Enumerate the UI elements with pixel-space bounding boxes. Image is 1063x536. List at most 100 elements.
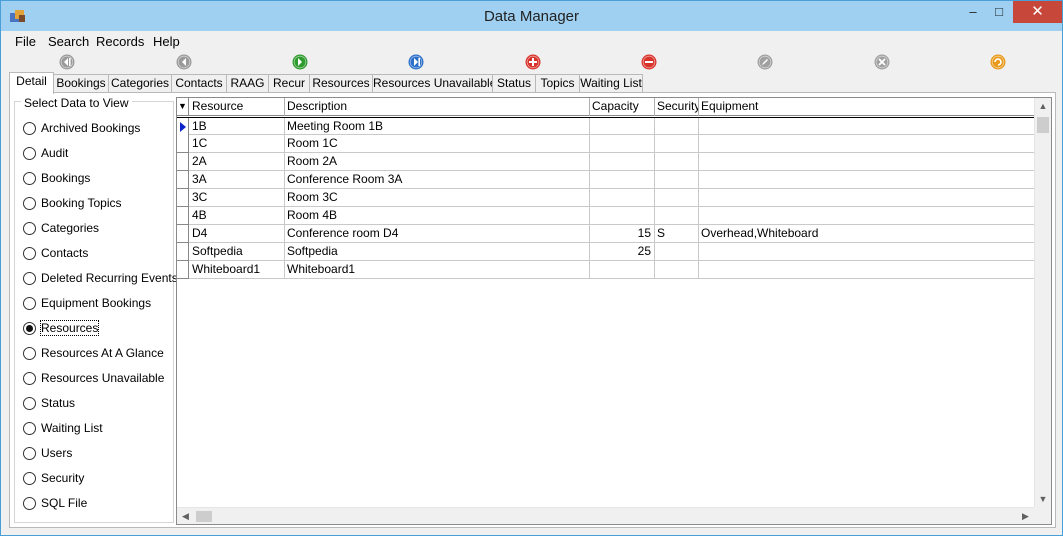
cell-security[interactable] — [655, 261, 699, 279]
cell-capacity[interactable] — [590, 261, 655, 279]
cell-security[interactable] — [655, 153, 699, 171]
cell-equipment[interactable] — [699, 189, 1035, 207]
radio-button[interactable] — [23, 297, 36, 310]
radio-button[interactable] — [23, 472, 36, 485]
delete-record-icon[interactable] — [641, 54, 657, 70]
scroll-left-icon[interactable]: ◀ — [177, 508, 194, 524]
menu-help[interactable]: Help — [153, 34, 180, 49]
column-header-security[interactable]: Security — [655, 98, 699, 116]
menu-file[interactable]: File — [15, 34, 36, 49]
cell-security[interactable] — [655, 207, 699, 225]
table-row[interactable]: Softpedia Softpedia 25 — [177, 243, 1035, 261]
sort-indicator-icon[interactable]: ▼ — [177, 98, 189, 116]
tab-recur[interactable]: Recur — [268, 74, 310, 93]
radio-button[interactable] — [23, 147, 36, 160]
row-indicator[interactable] — [177, 189, 189, 207]
close-button[interactable]: ✕ — [1013, 1, 1062, 23]
radio-button[interactable] — [23, 347, 36, 360]
first-record-icon[interactable] — [59, 54, 75, 70]
radio-button[interactable] — [23, 197, 36, 210]
vertical-scrollbar[interactable]: ▲ ▼ — [1034, 98, 1051, 508]
table-row[interactable]: 2A Room 2A — [177, 153, 1035, 171]
last-record-icon[interactable] — [408, 54, 424, 70]
previous-record-icon[interactable] — [176, 54, 192, 70]
cell-capacity[interactable] — [590, 153, 655, 171]
cell-resource[interactable]: 3C — [190, 189, 285, 207]
cell-resource[interactable]: 4B — [190, 207, 285, 225]
cell-description[interactable]: Conference room D4 — [285, 225, 590, 243]
cell-resource[interactable]: 1C — [190, 135, 285, 153]
current-row-icon[interactable] — [177, 118, 189, 136]
next-record-icon[interactable] — [292, 54, 308, 70]
cell-capacity[interactable] — [590, 207, 655, 225]
horizontal-scroll-thumb[interactable] — [196, 511, 212, 522]
cell-security[interactable] — [655, 171, 699, 189]
cell-capacity[interactable] — [590, 171, 655, 189]
cell-security[interactable] — [655, 243, 699, 261]
radio-button[interactable] — [23, 372, 36, 385]
table-row[interactable]: 1C Room 1C — [177, 135, 1035, 153]
table-row[interactable]: Whiteboard1 Whiteboard1 — [177, 261, 1035, 279]
cell-security[interactable] — [655, 189, 699, 207]
tab-categories[interactable]: Categories — [108, 74, 172, 93]
cell-equipment[interactable] — [699, 261, 1035, 279]
cell-description[interactable]: Softpedia — [285, 243, 590, 261]
cell-description[interactable]: Room 1C — [285, 135, 590, 153]
cell-capacity[interactable] — [590, 135, 655, 153]
row-indicator[interactable] — [177, 225, 189, 243]
edit-record-icon[interactable] — [757, 54, 773, 70]
table-row[interactable]: 1B Meeting Room 1B — [177, 117, 1035, 136]
column-header-capacity[interactable]: Capacity — [590, 98, 655, 116]
cell-equipment[interactable]: Overhead,Whiteboard — [699, 225, 1035, 243]
vertical-scroll-thumb[interactable] — [1037, 117, 1049, 133]
cell-description[interactable]: Whiteboard1 — [285, 261, 590, 279]
cell-equipment[interactable] — [699, 171, 1035, 189]
cell-capacity[interactable]: 15 — [590, 225, 655, 243]
radio-button[interactable] — [23, 122, 36, 135]
radio-button[interactable] — [23, 422, 36, 435]
radio-button[interactable] — [23, 447, 36, 460]
radio-button[interactable] — [23, 172, 36, 185]
cell-equipment[interactable] — [699, 243, 1035, 261]
table-row[interactable]: D4 Conference room D4 15 S Overhead,Whiteboa… — [177, 225, 1035, 243]
tab-topics[interactable]: Topics — [535, 74, 580, 93]
radio-button[interactable] — [23, 247, 36, 260]
refresh-icon[interactable] — [990, 54, 1006, 70]
cell-security[interactable] — [655, 135, 699, 153]
cell-description[interactable]: Room 2A — [285, 153, 590, 171]
maximize-button[interactable]: □ — [983, 1, 1015, 23]
tab-detail[interactable]: Detail — [9, 72, 54, 94]
cell-equipment[interactable] — [699, 207, 1035, 225]
menu-records[interactable]: Records — [96, 34, 144, 49]
scroll-right-icon[interactable]: ▶ — [1017, 508, 1034, 524]
row-indicator[interactable] — [177, 153, 189, 171]
row-indicator[interactable] — [177, 261, 189, 279]
menu-search[interactable]: Search — [48, 34, 89, 49]
tab-bookings[interactable]: Bookings — [53, 74, 109, 93]
scroll-up-icon[interactable]: ▲ — [1035, 98, 1051, 115]
cell-description[interactable]: Room 3C — [285, 189, 590, 207]
cell-resource[interactable]: Whiteboard1 — [190, 261, 285, 279]
cell-resource[interactable]: Softpedia — [190, 243, 285, 261]
table-row[interactable]: 3A Conference Room 3A — [177, 171, 1035, 189]
tab-raag[interactable]: RAAG — [226, 74, 269, 93]
cell-security[interactable] — [655, 118, 699, 136]
radio-button[interactable] — [23, 397, 36, 410]
tab-resources-unavailable[interactable]: Resources Unavailable — [372, 74, 496, 93]
table-row[interactable]: 4B Room 4B — [177, 207, 1035, 225]
cell-resource[interactable]: D4 — [190, 225, 285, 243]
cell-capacity[interactable] — [590, 118, 655, 136]
cell-description[interactable]: Conference Room 3A — [285, 171, 590, 189]
cell-equipment[interactable] — [699, 135, 1035, 153]
cancel-edit-icon[interactable] — [874, 54, 890, 70]
add-record-icon[interactable] — [525, 54, 541, 70]
column-header-resource[interactable]: Resource — [190, 98, 285, 116]
cell-equipment[interactable] — [699, 153, 1035, 171]
cell-description[interactable]: Meeting Room 1B — [285, 118, 590, 136]
row-indicator[interactable] — [177, 171, 189, 189]
column-header-equipment[interactable]: Equipment — [699, 98, 1035, 116]
radio-button[interactable] — [23, 322, 36, 335]
tab-contacts[interactable]: Contacts — [171, 74, 227, 93]
horizontal-scrollbar[interactable]: ◀ ▶ — [177, 507, 1051, 524]
cell-capacity[interactable] — [590, 189, 655, 207]
